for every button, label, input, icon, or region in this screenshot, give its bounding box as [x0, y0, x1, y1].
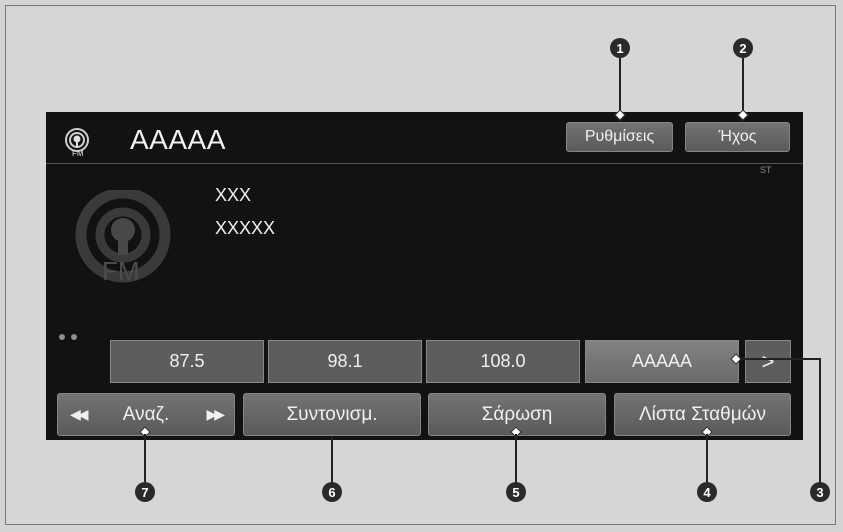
seek-back-icon[interactable]: ◀◀ — [70, 406, 88, 423]
callout-2: 2 — [733, 38, 753, 58]
sound-button[interactable]: Ήχος — [685, 122, 790, 152]
callout-line-2 — [742, 58, 744, 114]
page-dot — [59, 334, 65, 340]
fm-large-icon: FM — [75, 190, 171, 286]
callout-line-6 — [331, 436, 333, 482]
header-divider — [46, 163, 803, 164]
callout-line-3v — [819, 358, 821, 482]
callout-line-4 — [706, 434, 708, 482]
callout-4: 4 — [697, 482, 717, 502]
info-line-1: XXX — [215, 185, 252, 205]
fm-band-icon: FM — [65, 128, 89, 157]
preset-button-4[interactable]: AAAAA — [585, 340, 739, 383]
callout-line-3h — [740, 358, 820, 360]
svg-text:FM: FM — [72, 149, 84, 157]
preset-button-2[interactable]: 98.1 — [268, 340, 422, 383]
callout-3: 3 — [810, 482, 830, 502]
seek-label: Αναζ. — [122, 403, 170, 425]
next-page-button[interactable]: > — [745, 340, 791, 383]
preset-button-3[interactable]: 108.0 — [426, 340, 580, 383]
tune-button[interactable]: Συντονισμ. — [243, 393, 421, 436]
svg-text:FM: FM — [102, 256, 140, 286]
stereo-indicator: ST — [760, 165, 772, 175]
seek-forward-icon[interactable]: ▶▶ — [206, 406, 224, 423]
preset-button-1[interactable]: 87.5 — [110, 340, 264, 383]
settings-button[interactable]: Ρυθμίσεις — [566, 122, 673, 152]
callout-5: 5 — [506, 482, 526, 502]
callout-6: 6 — [322, 482, 342, 502]
page-indicator — [59, 327, 83, 345]
callout-7: 7 — [135, 482, 155, 502]
callout-line-7 — [144, 434, 146, 482]
callout-1: 1 — [610, 38, 630, 58]
station-title: AAAAA — [130, 124, 226, 155]
callout-line-5 — [515, 434, 517, 482]
info-line-2: XXXXX — [215, 218, 276, 238]
page-dot — [71, 334, 77, 340]
callout-line-1 — [619, 58, 621, 114]
